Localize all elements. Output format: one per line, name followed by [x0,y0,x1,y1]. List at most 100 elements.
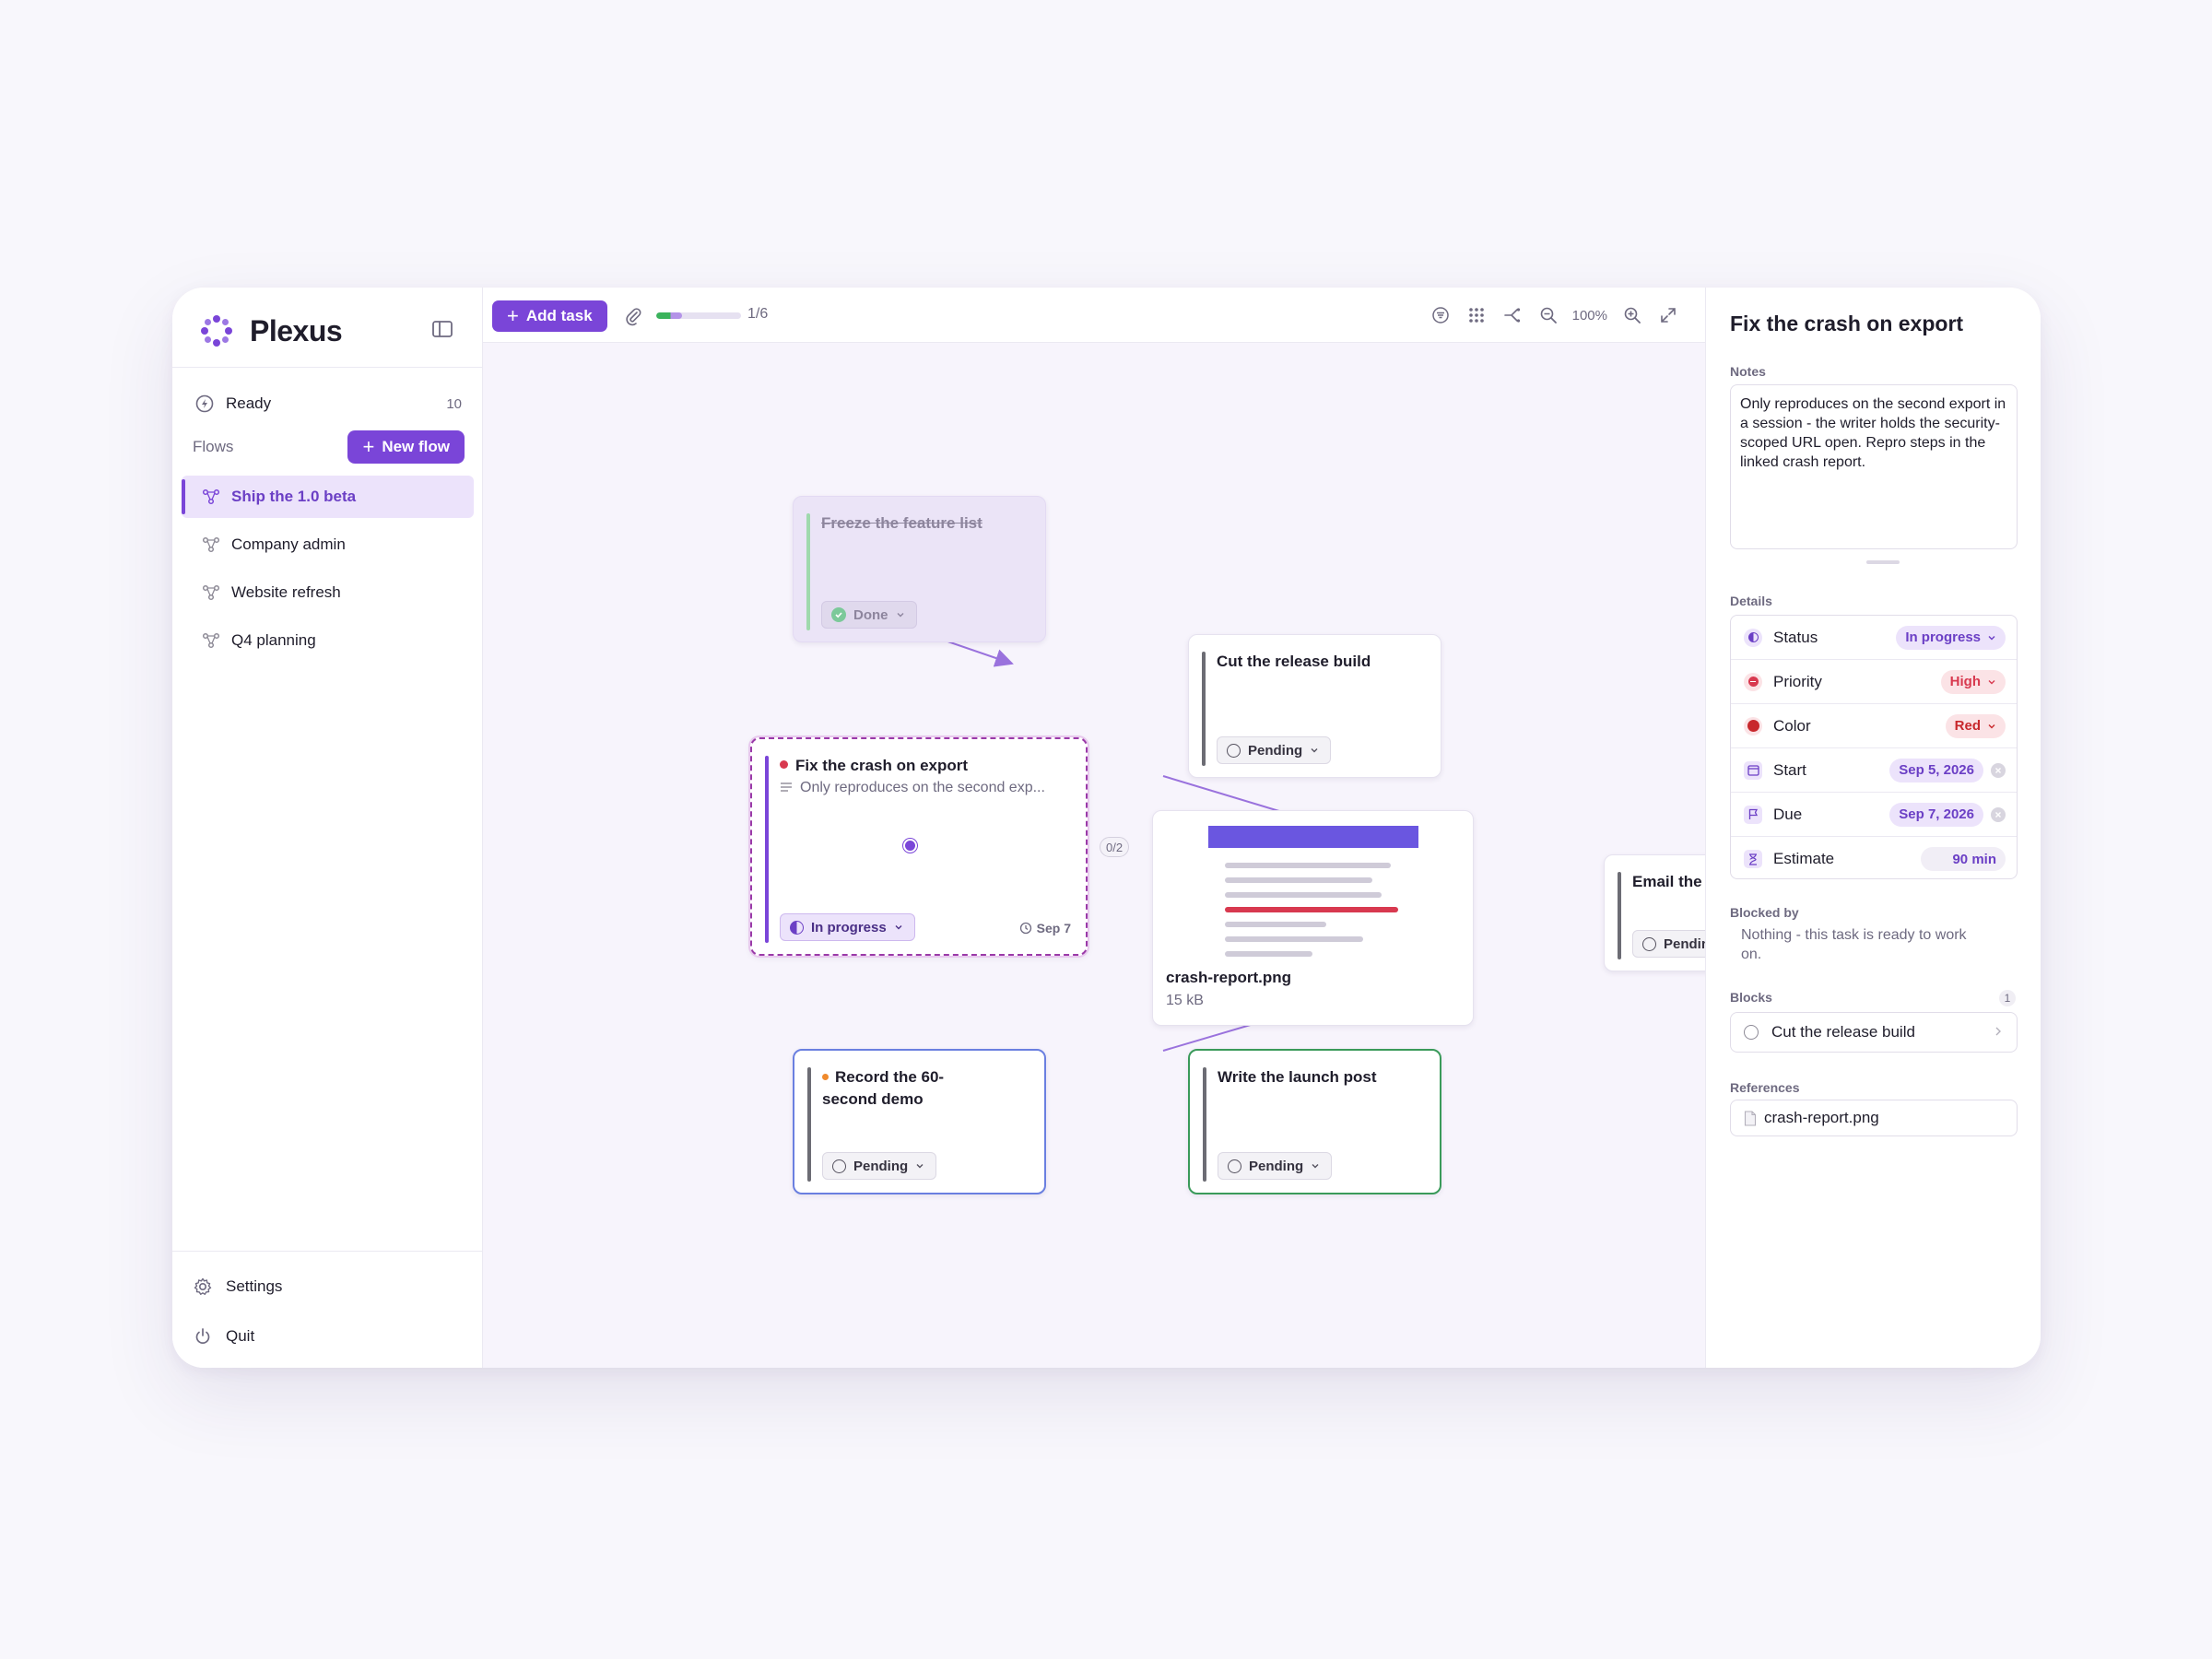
clear-due-icon[interactable] [1991,806,2006,822]
start-value: Sep 5, 2026 [1899,762,1974,778]
blocks-item-label: Cut the release build [1771,1023,1915,1041]
subtask-port-handle[interactable] [903,839,917,853]
clear-start-icon[interactable] [1991,762,2006,778]
chevron-down-icon [1988,679,1995,684]
chevron-down-icon [1311,748,1318,753]
detail-due: Due Sep 7, 2026 [1731,793,2017,837]
task-color-bar [807,1067,811,1182]
task-color-bar [1618,872,1621,959]
sidebar-item-q4-planning[interactable]: Q4 planning [182,619,474,662]
priority-select[interactable]: High [1940,669,2006,694]
priority-label: Priority [1773,672,1822,690]
task-color-bar [1203,1067,1206,1182]
subtask-count-text: 0/2 [1106,840,1124,854]
sidebar-divider [172,1251,483,1252]
status-label: In progress [811,919,887,935]
dependency-edges [869,614,1449,1131]
status-dropdown[interactable]: Pending [1217,736,1332,764]
canvas-controls: 100% [1416,301,1679,329]
toolbar: + Add task 1/6 100% [483,288,1705,343]
sidebar-item-company-admin[interactable]: Company admin [182,524,474,566]
ready-filter[interactable]: Ready 10 [194,385,462,422]
zoom-level[interactable]: 100% [1572,308,1607,324]
due-date-picker[interactable]: Sep 7, 2026 [1889,802,1983,827]
estimate-label: Estimate [1773,850,1835,867]
status-dropdown[interactable]: Done [821,601,917,629]
due-date-tag: Sep 7 [1019,921,1071,935]
flow-icon [202,584,220,601]
paperclip-icon[interactable] [623,306,643,326]
grid-icon[interactable] [1465,304,1488,326]
task-color-bar [1202,652,1206,766]
attachment-card[interactable]: crash-report.png 15 kB [1152,810,1474,1026]
flow-icon [202,632,220,649]
start-label: Start [1773,760,1806,779]
detail-color: Color Red [1731,704,2017,748]
flow-progress-bar [656,312,741,319]
task-card-cut-release[interactable]: Cut the release build Pending [1188,634,1441,778]
add-task-button[interactable]: + Add task [492,300,607,332]
notes-resize-handle[interactable] [1866,560,1900,564]
pending-circle-icon [1642,936,1656,951]
sidebar-item-ship-beta[interactable]: Ship the 1.0 beta [182,476,474,518]
zoom-in-icon[interactable] [1621,304,1643,326]
filter-icon[interactable] [1430,304,1452,326]
flow-canvas[interactable]: + Add task 1/6 100% Freeze the feature l… [483,288,1794,1368]
new-flow-label: New flow [382,438,450,455]
new-flow-button[interactable]: + New flow [347,430,465,464]
details-label: Details [1730,594,1772,608]
sidebar-item-website-refresh[interactable]: Website refresh [182,571,474,614]
reference-item[interactable]: crash-report.png [1730,1100,2018,1136]
flag-icon [1744,805,1762,824]
status-dropdown[interactable]: Pending [1218,1152,1333,1180]
sidebar-divider [172,367,483,368]
status-select[interactable]: In progress [1896,625,2006,650]
power-icon [195,1328,210,1344]
estimate-input[interactable]: 90 min [1921,847,2006,871]
reference-label: crash-report.png [1764,1109,1879,1126]
quit-button[interactable]: Quit [193,1318,254,1355]
task-title: Fix the crash on export [780,755,1064,777]
layout-icon[interactable] [1501,304,1524,326]
due-label: Due [1773,805,1803,823]
zoom-out-icon[interactable] [1537,304,1559,326]
task-title-text: Record the 60-second demo [822,1068,945,1108]
task-note-preview: Only reproduces on the second exp... [780,780,1069,796]
status-label: Pending [853,1158,909,1174]
status-dropdown[interactable]: Pending [822,1152,937,1180]
app-name: Plexus [250,313,343,347]
chevron-down-icon [897,613,903,618]
task-color-bar [806,513,810,630]
status-label: Done [853,606,888,623]
task-card-write-post[interactable]: Write the launch post Pending [1188,1049,1441,1194]
ready-count: 10 [446,395,462,412]
color-select[interactable]: Red [1945,713,2006,738]
due-value: Sep 7, 2026 [1899,806,1974,822]
color-label: Color [1773,716,1811,735]
flow-progress-text: 1/6 [747,306,769,322]
status-dropdown[interactable]: In progress [780,913,915,941]
status-icon [1744,628,1762,647]
priority-value: High [1949,674,1981,689]
calendar-icon [1744,760,1762,780]
attachment-thumbnail [1208,826,1418,971]
sidebar-toggle-icon[interactable] [430,317,454,341]
task-card-freeze[interactable]: Freeze the feature list Done [793,496,1046,642]
chevron-right-icon [1995,1027,2001,1036]
fit-icon[interactable] [1657,304,1679,326]
start-date-picker[interactable]: Sep 5, 2026 [1889,758,1983,782]
settings-button[interactable]: Settings [193,1268,282,1305]
note-preview-text: Only reproduces on the second exp... [800,780,1045,795]
attachment-size: 15 kB [1166,993,1204,1008]
task-title: Freeze the feature list [821,514,982,532]
notes-textarea[interactable]: Only reproduces on the second export in … [1730,384,2018,549]
inspector-title[interactable]: Fix the crash on export [1730,312,1963,336]
blocks-item-cut-release[interactable]: Cut the release build [1730,1012,2018,1053]
detail-start: Start Sep 5, 2026 [1731,748,2017,793]
detail-estimate: Estimate 90 min [1731,837,2017,881]
plexus-logo-icon [201,315,232,347]
task-card-fix-crash[interactable]: Fix the crash on export Only reproduces … [750,737,1088,956]
gear-icon [194,1277,212,1295]
task-card-record-demo[interactable]: Record the 60-second demo Pending [793,1049,1046,1194]
add-task-label: Add task [525,307,593,324]
